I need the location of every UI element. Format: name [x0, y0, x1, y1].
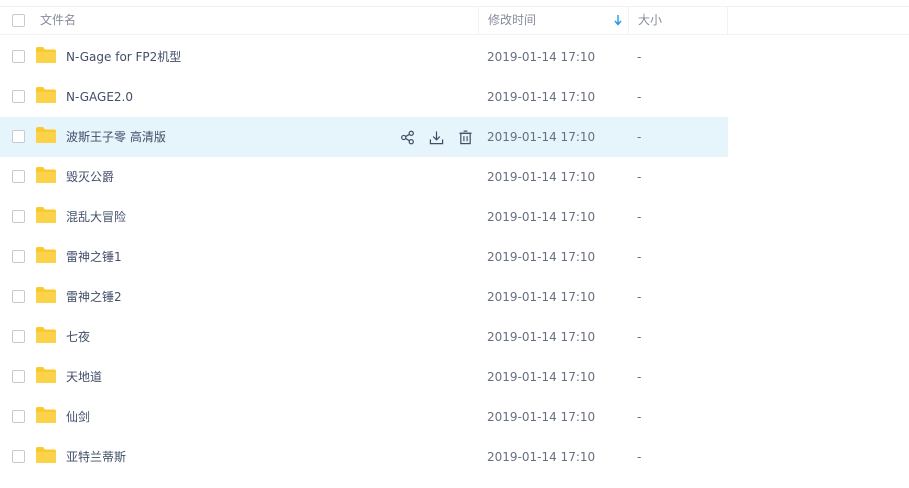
file-rows: N-Gage for FP2机型 2019-01-14 17:10 - N-GAGE…: [0, 37, 909, 477]
file-name[interactable]: 天地道: [66, 357, 102, 397]
file-modified-time: 2019-01-14 17:10: [487, 410, 596, 424]
file-modified-time: 2019-01-14 17:10: [487, 370, 596, 384]
file-name[interactable]: 毁灭公爵: [66, 157, 114, 197]
file-size: -: [637, 50, 642, 64]
file-size: -: [637, 130, 642, 144]
file-size: -: [637, 370, 642, 384]
file-name[interactable]: 七夜: [66, 317, 90, 357]
file-modified-time: 2019-01-14 17:10: [487, 50, 596, 64]
file-size: -: [637, 330, 642, 344]
file-row[interactable]: 雷神之锤2 2019-01-14 17:10 -: [0, 277, 909, 317]
file-name[interactable]: N-GAGE2.0: [66, 77, 133, 117]
file-row[interactable]: 七夜 2019-01-14 17:10 -: [0, 317, 909, 357]
folder-icon: [35, 166, 57, 184]
row-checkbox[interactable]: [12, 250, 25, 263]
file-modified-time: 2019-01-14 17:10: [487, 250, 596, 264]
file-row[interactable]: 仙剑 2019-01-14 17:10 -: [0, 397, 909, 437]
row-checkbox[interactable]: [12, 210, 25, 223]
row-checkbox[interactable]: [12, 170, 25, 183]
file-modified-time: 2019-01-14 17:10: [487, 90, 596, 104]
sort-down-icon[interactable]: [614, 15, 622, 26]
folder-icon: [35, 446, 57, 464]
folder-icon: [35, 126, 57, 144]
row-checkbox[interactable]: [12, 410, 25, 423]
file-row[interactable]: 波斯王子零 高清版 2019-01-14 17:10 -: [0, 117, 909, 157]
row-checkbox[interactable]: [12, 330, 25, 343]
folder-icon: [35, 326, 57, 344]
file-list: 文件名 修改时间 大小 N-Gage for FP2机型 2019-01-14 1…: [0, 0, 909, 488]
file-name[interactable]: 亚特兰蒂斯: [66, 437, 126, 477]
column-header-name[interactable]: 文件名: [40, 7, 478, 34]
delete-icon[interactable]: [456, 128, 474, 146]
share-icon[interactable]: [398, 128, 416, 146]
download-icon[interactable]: [427, 128, 445, 146]
folder-icon: [35, 86, 57, 104]
row-checkbox[interactable]: [12, 290, 25, 303]
file-size: -: [637, 410, 642, 424]
folder-icon: [35, 366, 57, 384]
file-size: -: [637, 90, 642, 104]
file-row[interactable]: 雷神之锤1 2019-01-14 17:10 -: [0, 237, 909, 277]
row-actions: [398, 128, 474, 146]
row-checkbox[interactable]: [12, 130, 25, 143]
file-row[interactable]: 亚特兰蒂斯 2019-01-14 17:10 -: [0, 437, 909, 477]
list-header: 文件名 修改时间 大小: [0, 6, 909, 35]
file-name[interactable]: 波斯王子零 高清版: [66, 117, 166, 157]
file-name[interactable]: 雷神之锤1: [66, 237, 122, 277]
file-row[interactable]: N-Gage for FP2机型 2019-01-14 17:10 -: [0, 37, 909, 77]
select-all-checkbox[interactable]: [12, 14, 25, 27]
file-modified-time: 2019-01-14 17:10: [487, 170, 596, 184]
file-row[interactable]: 混乱大冒险 2019-01-14 17:10 -: [0, 197, 909, 237]
file-name[interactable]: 雷神之锤2: [66, 277, 122, 317]
file-name[interactable]: 混乱大冒险: [66, 197, 126, 237]
file-size: -: [637, 290, 642, 304]
folder-icon: [35, 286, 57, 304]
row-checkbox[interactable]: [12, 450, 25, 463]
file-modified-time: 2019-01-14 17:10: [487, 450, 596, 464]
file-size: -: [637, 250, 642, 264]
column-header-size[interactable]: 大小: [628, 7, 728, 34]
file-size: -: [637, 450, 642, 464]
column-header-time-label: 修改时间: [488, 13, 537, 27]
file-modified-time: 2019-01-14 17:10: [487, 130, 596, 144]
row-checkbox[interactable]: [12, 370, 25, 383]
folder-icon: [35, 46, 57, 64]
file-row[interactable]: 天地道 2019-01-14 17:10 -: [0, 357, 909, 397]
file-name[interactable]: N-Gage for FP2机型: [66, 37, 181, 77]
file-name[interactable]: 仙剑: [66, 397, 90, 437]
column-header-time[interactable]: 修改时间: [478, 7, 628, 34]
row-checkbox[interactable]: [12, 50, 25, 63]
file-size: -: [637, 210, 642, 224]
row-checkbox[interactable]: [12, 90, 25, 103]
folder-icon: [35, 246, 57, 264]
file-modified-time: 2019-01-14 17:10: [487, 290, 596, 304]
file-modified-time: 2019-01-14 17:10: [487, 330, 596, 344]
folder-icon: [35, 206, 57, 224]
file-modified-time: 2019-01-14 17:10: [487, 210, 596, 224]
file-row[interactable]: 毁灭公爵 2019-01-14 17:10 -: [0, 157, 909, 197]
folder-icon: [35, 406, 57, 424]
file-size: -: [637, 170, 642, 184]
file-row[interactable]: N-GAGE2.0 2019-01-14 17:10 -: [0, 77, 909, 117]
